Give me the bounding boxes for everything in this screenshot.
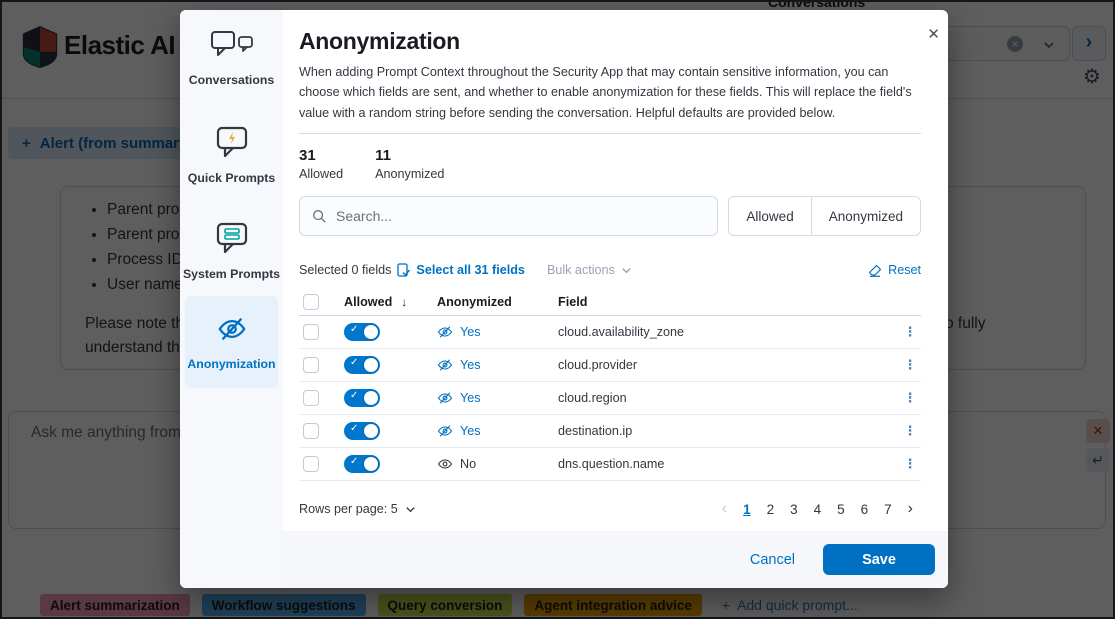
field-name: dns.question.name — [558, 457, 899, 471]
bulk-actions-button[interactable]: Bulk actions — [547, 263, 632, 277]
chevron-down-icon — [621, 265, 632, 276]
sort-down-icon: ↓ — [401, 295, 407, 309]
page-next-icon[interactable]: › — [900, 498, 921, 520]
rows-per-page-button[interactable]: Rows per page: 5 — [299, 502, 416, 516]
anonymized-toggle[interactable]: Yes — [437, 423, 558, 439]
eraser-icon — [868, 264, 882, 277]
field-name: destination.ip — [558, 424, 899, 438]
allowed-toggle-on[interactable] — [344, 389, 380, 407]
stat-allowed: 31 Allowed — [299, 147, 343, 181]
header-allowed[interactable]: Allowed ↓ — [344, 295, 437, 309]
filter-group: Allowed Anonymized — [728, 196, 921, 236]
allowed-toggle-on[interactable] — [344, 455, 380, 473]
page-button[interactable]: 6 — [853, 500, 877, 519]
sidebar-item-quick-prompts[interactable]: Quick Prompts — [180, 126, 283, 186]
filter-anonymized-button[interactable]: Anonymized — [811, 197, 920, 235]
row-actions-icon[interactable]: ⋮ — [899, 357, 921, 373]
pagination-row: Rows per page: 5 ‹ 1 2 3 4 5 6 7 › — [299, 498, 921, 520]
page-check-icon — [397, 263, 410, 277]
modal-title: Anonymization — [299, 28, 921, 55]
reset-button[interactable]: Reset — [868, 263, 921, 277]
stat-anonymized: 11 Anonymized — [375, 147, 444, 181]
sidebar-item-label: Quick Prompts — [188, 171, 275, 186]
search-placeholder: Search... — [336, 208, 392, 224]
anonymized-toggle[interactable]: Yes — [437, 390, 558, 406]
page-button[interactable]: 2 — [759, 500, 783, 519]
sidebar-item-anonymization[interactable]: Anonymization — [185, 296, 278, 388]
search-input[interactable]: Search... — [299, 196, 718, 236]
select-all-link[interactable]: Select all 31 fields — [397, 263, 525, 277]
row-actions-icon[interactable]: ⋮ — [899, 390, 921, 406]
table-row: Yes cloud.region ⋮ — [299, 382, 921, 415]
field-name: cloud.region — [558, 391, 899, 405]
page-button[interactable]: 7 — [876, 500, 900, 519]
page-button[interactable]: 4 — [806, 500, 830, 519]
table-row: No dns.question.name ⋮ — [299, 448, 921, 481]
quick-prompt-icon — [215, 126, 249, 158]
table-header: Allowed ↓ Anonymized Field — [299, 289, 921, 316]
modal-sidebar: Conversations Quick Prompts System Promp… — [180, 10, 283, 588]
modal-description: When adding Prompt Context throughout th… — [299, 62, 921, 123]
divider — [299, 133, 921, 134]
eye-icon — [437, 456, 453, 472]
table-row: Yes cloud.provider ⋮ — [299, 349, 921, 382]
select-all-checkbox[interactable] — [303, 294, 319, 310]
table-row: Yes cloud.availability_zone ⋮ — [299, 316, 921, 349]
stats-row: 31 Allowed 11 Anonymized — [299, 147, 921, 181]
anonymized-toggle[interactable]: Yes — [437, 357, 558, 373]
sidebar-item-system-prompts[interactable]: System Prompts — [180, 222, 283, 282]
sidebar-item-label: System Prompts — [183, 267, 280, 282]
selected-count: Selected 0 fields — [299, 263, 391, 277]
row-actions-icon[interactable]: ⋮ — [899, 456, 921, 472]
field-name: cloud.availability_zone — [558, 325, 899, 339]
eye-slash-icon — [437, 357, 453, 373]
filter-allowed-button[interactable]: Allowed — [729, 197, 810, 235]
system-prompt-icon — [215, 222, 249, 254]
sidebar-item-label: Anonymization — [187, 357, 275, 372]
anonymized-toggle[interactable]: Yes — [437, 324, 558, 340]
eye-slash-icon — [217, 314, 247, 344]
allowed-toggle-on[interactable] — [344, 356, 380, 374]
row-checkbox[interactable] — [303, 456, 319, 472]
page-button[interactable]: 1 — [735, 500, 759, 519]
chevron-down-icon — [405, 504, 416, 515]
modal-footer: Cancel Save — [283, 531, 948, 588]
anonymized-toggle[interactable]: No — [437, 456, 558, 472]
header-anonymized[interactable]: Anonymized — [437, 295, 558, 309]
eye-slash-icon — [437, 423, 453, 439]
chat-bubbles-icon — [210, 30, 254, 60]
search-icon — [312, 209, 327, 224]
eye-slash-icon — [437, 324, 453, 340]
allowed-toggle-on[interactable] — [344, 323, 380, 341]
row-checkbox[interactable] — [303, 324, 319, 340]
pagination: ‹ 1 2 3 4 5 6 7 › — [714, 498, 921, 520]
row-checkbox[interactable] — [303, 423, 319, 439]
page-button[interactable]: 3 — [782, 500, 806, 519]
page-prev-icon[interactable]: ‹ — [714, 498, 735, 520]
fields-table: Allowed ↓ Anonymized Field Yes cloud.ava… — [299, 289, 921, 481]
save-button[interactable]: Save — [823, 544, 935, 575]
table-row: Yes destination.ip ⋮ — [299, 415, 921, 448]
sidebar-item-conversations[interactable]: Conversations — [180, 30, 283, 88]
field-name: cloud.provider — [558, 358, 899, 372]
row-checkbox[interactable] — [303, 357, 319, 373]
modal-content: ✕ Anonymization When adding Prompt Conte… — [283, 10, 953, 588]
anonymization-modal: Conversations Quick Prompts System Promp… — [180, 10, 948, 588]
close-icon[interactable]: ✕ — [927, 25, 940, 43]
row-checkbox[interactable] — [303, 390, 319, 406]
allowed-toggle-on[interactable] — [344, 422, 380, 440]
sidebar-item-label: Conversations — [189, 73, 274, 88]
cancel-button[interactable]: Cancel — [750, 552, 795, 568]
row-actions-icon[interactable]: ⋮ — [899, 423, 921, 439]
eye-slash-icon — [437, 390, 453, 406]
header-field[interactable]: Field — [558, 295, 899, 309]
row-actions-icon[interactable]: ⋮ — [899, 324, 921, 340]
page-button[interactable]: 5 — [829, 500, 853, 519]
